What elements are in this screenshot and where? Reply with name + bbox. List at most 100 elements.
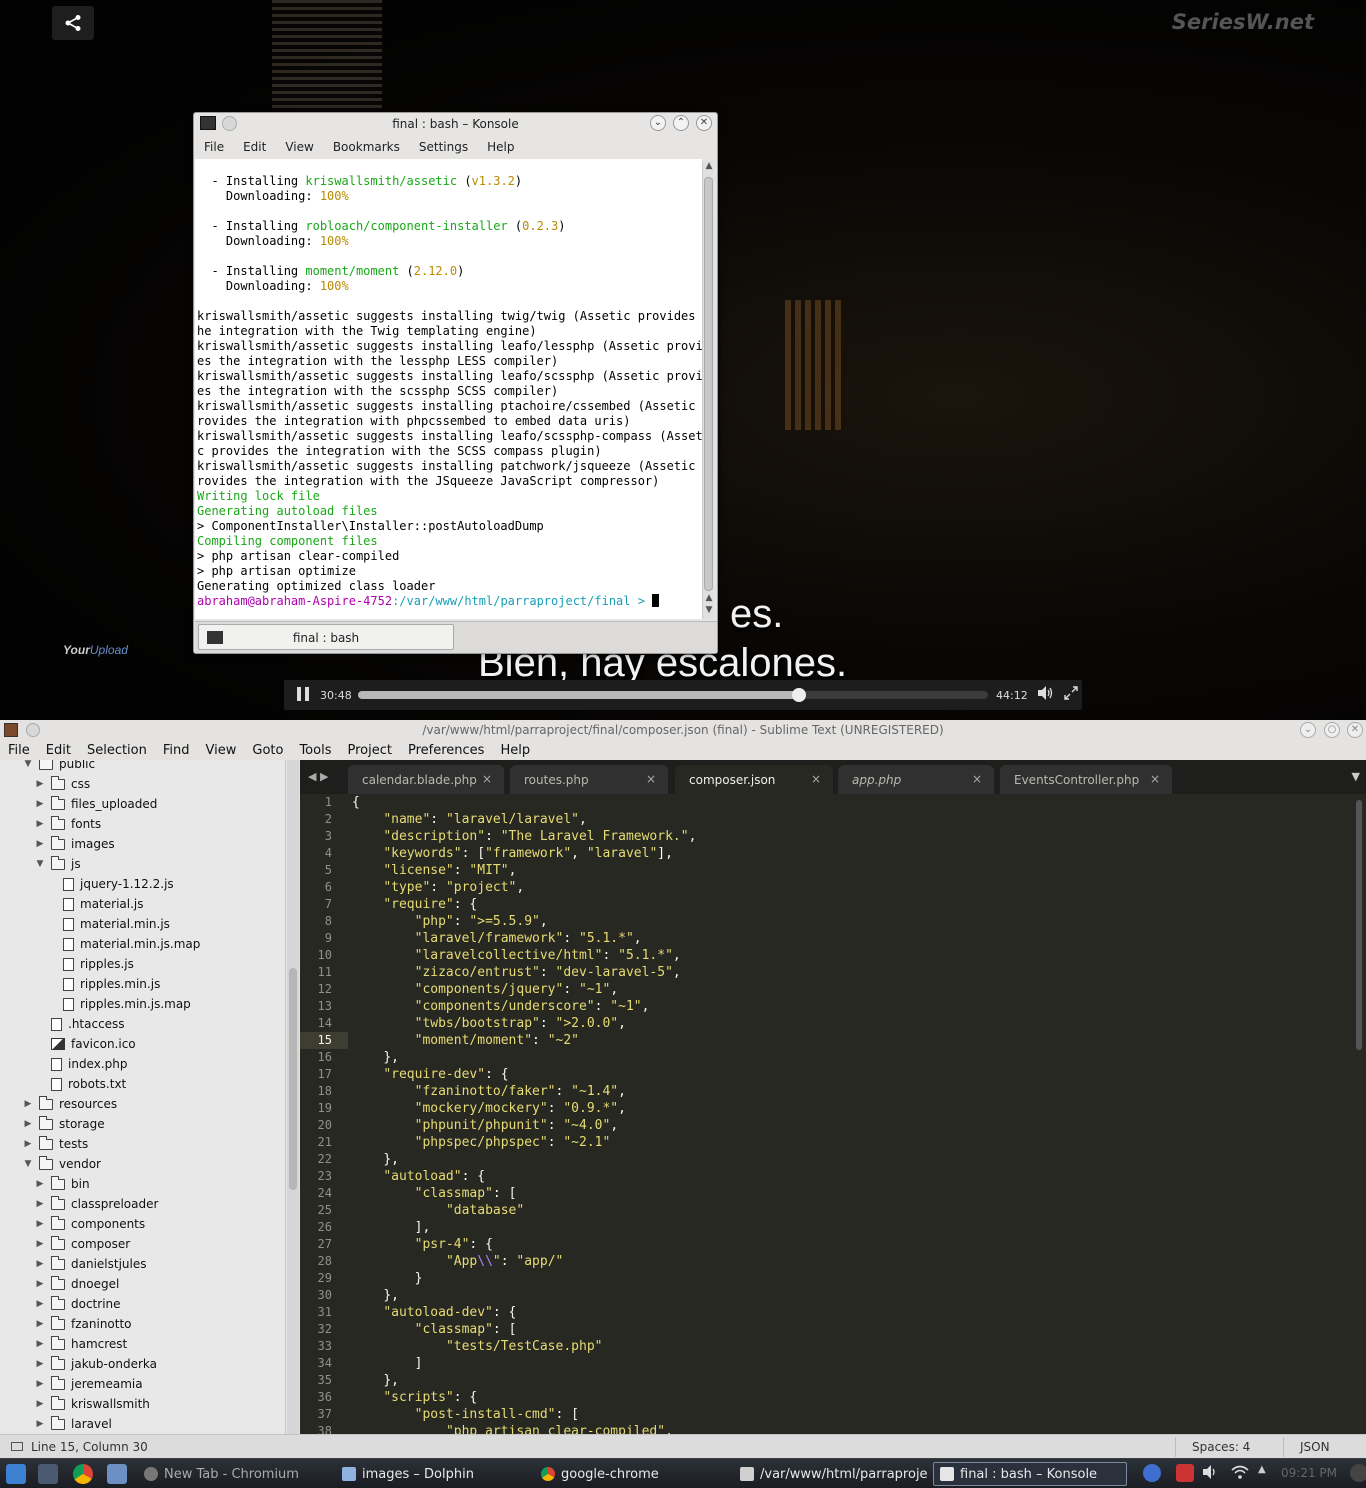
expand-arrow-right-icon[interactable]: ▶ [34,1339,46,1349]
security-tray-icon[interactable] [1176,1464,1194,1482]
expand-arrow-right-icon[interactable]: ▶ [22,1119,34,1129]
menu-file[interactable]: File [204,140,224,154]
tab-final-bash[interactable]: final : bash [198,624,454,650]
menu-settings[interactable]: Settings [419,140,468,154]
sidebar-scrollbar[interactable] [287,760,299,1434]
konsole-titlebar[interactable]: final : bash – Konsole ⌄ ⌃ ✕ [194,113,717,136]
sidebar-folder[interactable]: ▶ fonts [34,814,101,834]
sidebar-file[interactable]: robots.txt [34,1074,126,1094]
scrollbar-thumb[interactable] [704,177,713,591]
expand-arrow-right-icon[interactable]: ▶ [34,1179,46,1189]
panel-toggle-icon[interactable] [11,1442,23,1451]
expand-arrow-right-icon[interactable]: ▶ [34,1399,46,1409]
expand-arrow-right-icon[interactable]: ▶ [22,1139,34,1149]
expand-arrow-right-icon[interactable]: ▶ [34,1259,46,1269]
app-launcher-icon[interactable] [6,1464,26,1484]
sidebar-file[interactable]: material.js [46,894,144,914]
sidebar-folder[interactable]: ▶ composer [34,1234,130,1254]
close-tab-icon[interactable]: × [646,772,656,786]
close-button[interactable]: ✕ [696,115,712,131]
pause-button[interactable] [294,687,312,703]
editor-scrollbar[interactable] [1352,794,1366,1434]
sidebar-folder[interactable]: ▶ laravel [34,1414,112,1434]
close-tab-icon[interactable]: × [482,772,492,786]
share-button[interactable] [52,6,94,40]
scroll-up-icon[interactable]: ▲ [703,593,715,603]
menu-help[interactable]: Help [500,743,530,758]
scrollbar-thumb[interactable] [1356,800,1362,1050]
exit-fullscreen-icon[interactable] [1064,686,1078,704]
menu-tools[interactable]: Tools [299,743,331,758]
scrollbar-thumb[interactable] [289,968,297,1190]
terminal-output[interactable]: - Installing kriswallsmith/assetic (v1.3… [195,159,702,619]
sidebar-folder[interactable]: ▶ components [34,1214,145,1234]
menu-view[interactable]: View [285,140,313,154]
sidebar-folder[interactable]: ▶ kriswallsmith [34,1394,150,1414]
file-tree-sidebar[interactable]: ▼ public ▶ css ▶ files_uploaded ▶ fonts ▶ images ▼… [0,760,286,1434]
sidebar-folder[interactable]: ▶ fzaninotto [34,1314,132,1334]
expand-arrow-right-icon[interactable]: ▶ [34,1199,46,1209]
sidebar-folder[interactable]: ▶ files_uploaded [34,794,157,814]
sidebar-folder[interactable]: ▼ js [34,854,81,874]
syntax-selector[interactable]: JSON [1300,1440,1330,1454]
sidebar-folder[interactable]: ▶ jeremeamia [34,1374,143,1394]
expand-arrow-right-icon[interactable]: ▶ [34,1359,46,1369]
code-area[interactable]: { "name": "laravel/laravel", "descriptio… [352,794,1342,1434]
expand-arrow-right-icon[interactable]: ▶ [34,1379,46,1389]
taskbar-clock[interactable]: 09:21 PM [1281,1466,1337,1480]
task-konsole[interactable]: final : bash – Konsole [933,1462,1127,1486]
editor-tab[interactable]: EventsController.php × [1000,765,1172,794]
menu-edit[interactable]: Edit [243,140,266,154]
sidebar-file[interactable]: ripples.js [46,954,134,974]
expand-arrow-right-icon[interactable]: ▶ [34,839,46,849]
sidebar-folder[interactable]: ▼ public [22,760,95,774]
user-icon[interactable] [1350,1464,1366,1482]
wifi-tray-icon[interactable] [1230,1464,1249,1482]
editor-tab[interactable]: calendar.blade.php × [348,765,504,794]
sidebar-file[interactable]: material.min.js [46,914,170,934]
expand-arrow-right-icon[interactable]: ▶ [34,1299,46,1309]
minimize-button[interactable]: ⌄ [650,115,666,131]
sidebar-file[interactable]: favicon.ico [34,1034,136,1054]
sidebar-folder[interactable]: ▶ css [34,774,90,794]
sidebar-folder[interactable]: ▶ classpreloader [34,1194,158,1214]
expand-arrow-right-icon[interactable]: ▶ [34,819,46,829]
sidebar-file[interactable]: jquery-1.12.2.js [46,874,174,894]
menu-file[interactable]: File [8,743,30,758]
sidebar-folder[interactable]: ▶ dnoegel [34,1274,119,1294]
maximize-button[interactable]: ⌃ [673,115,689,131]
sidebar-file[interactable]: ripples.min.js [46,974,160,994]
editor-tab[interactable]: app.php × [838,765,994,794]
sidebar-file[interactable]: material.min.js.map [46,934,200,954]
close-tab-icon[interactable]: × [1150,772,1160,786]
file-manager-icon[interactable] [107,1464,127,1484]
close-button[interactable]: ✕ [1347,722,1363,738]
terminal-scrollbar[interactable]: ▲ ▲ ▼ [702,161,714,619]
editor-tab[interactable]: routes.php × [510,765,668,794]
sidebar-folder[interactable]: ▶ bin [34,1174,90,1194]
expand-arrow-right-icon[interactable]: ▶ [34,1219,46,1229]
close-tab-icon[interactable]: × [972,772,982,786]
sidebar-folder[interactable]: ▶ danielstjules [34,1254,147,1274]
sidebar-folder[interactable]: ▶ hamcrest [34,1334,127,1354]
seek-handle[interactable] [792,688,806,702]
editor-tab[interactable]: composer.json × [675,765,833,794]
volume-tray-icon[interactable] [1202,1464,1220,1482]
sidebar-file[interactable]: ripples.min.js.map [46,994,191,1014]
volume-icon[interactable] [1038,686,1054,704]
sidebar-folder[interactable]: ▶ tests [22,1134,88,1154]
sublime-titlebar[interactable]: /var/www/html/parraproject/final/compose… [0,720,1366,740]
expand-arrow-right-icon[interactable]: ▶ [34,1419,46,1429]
menu-goto[interactable]: Goto [252,743,283,758]
menu-view[interactable]: View [206,743,237,758]
menu-find[interactable]: Find [163,743,190,758]
expand-arrow-right-icon[interactable]: ▶ [34,1239,46,1249]
chromium-tray-icon[interactable] [1143,1464,1161,1482]
minimize-button[interactable]: ⌄ [1300,722,1316,738]
show-desktop-icon[interactable] [38,1464,58,1484]
expand-arrow-down-icon[interactable]: ▼ [22,1159,34,1169]
expand-arrow-down-icon[interactable]: ▼ [22,760,34,769]
seek-bar[interactable] [358,688,988,702]
tab-list-dropdown-icon[interactable]: ▼ [1352,770,1360,783]
sidebar-folder[interactable]: ▶ resources [22,1094,117,1114]
